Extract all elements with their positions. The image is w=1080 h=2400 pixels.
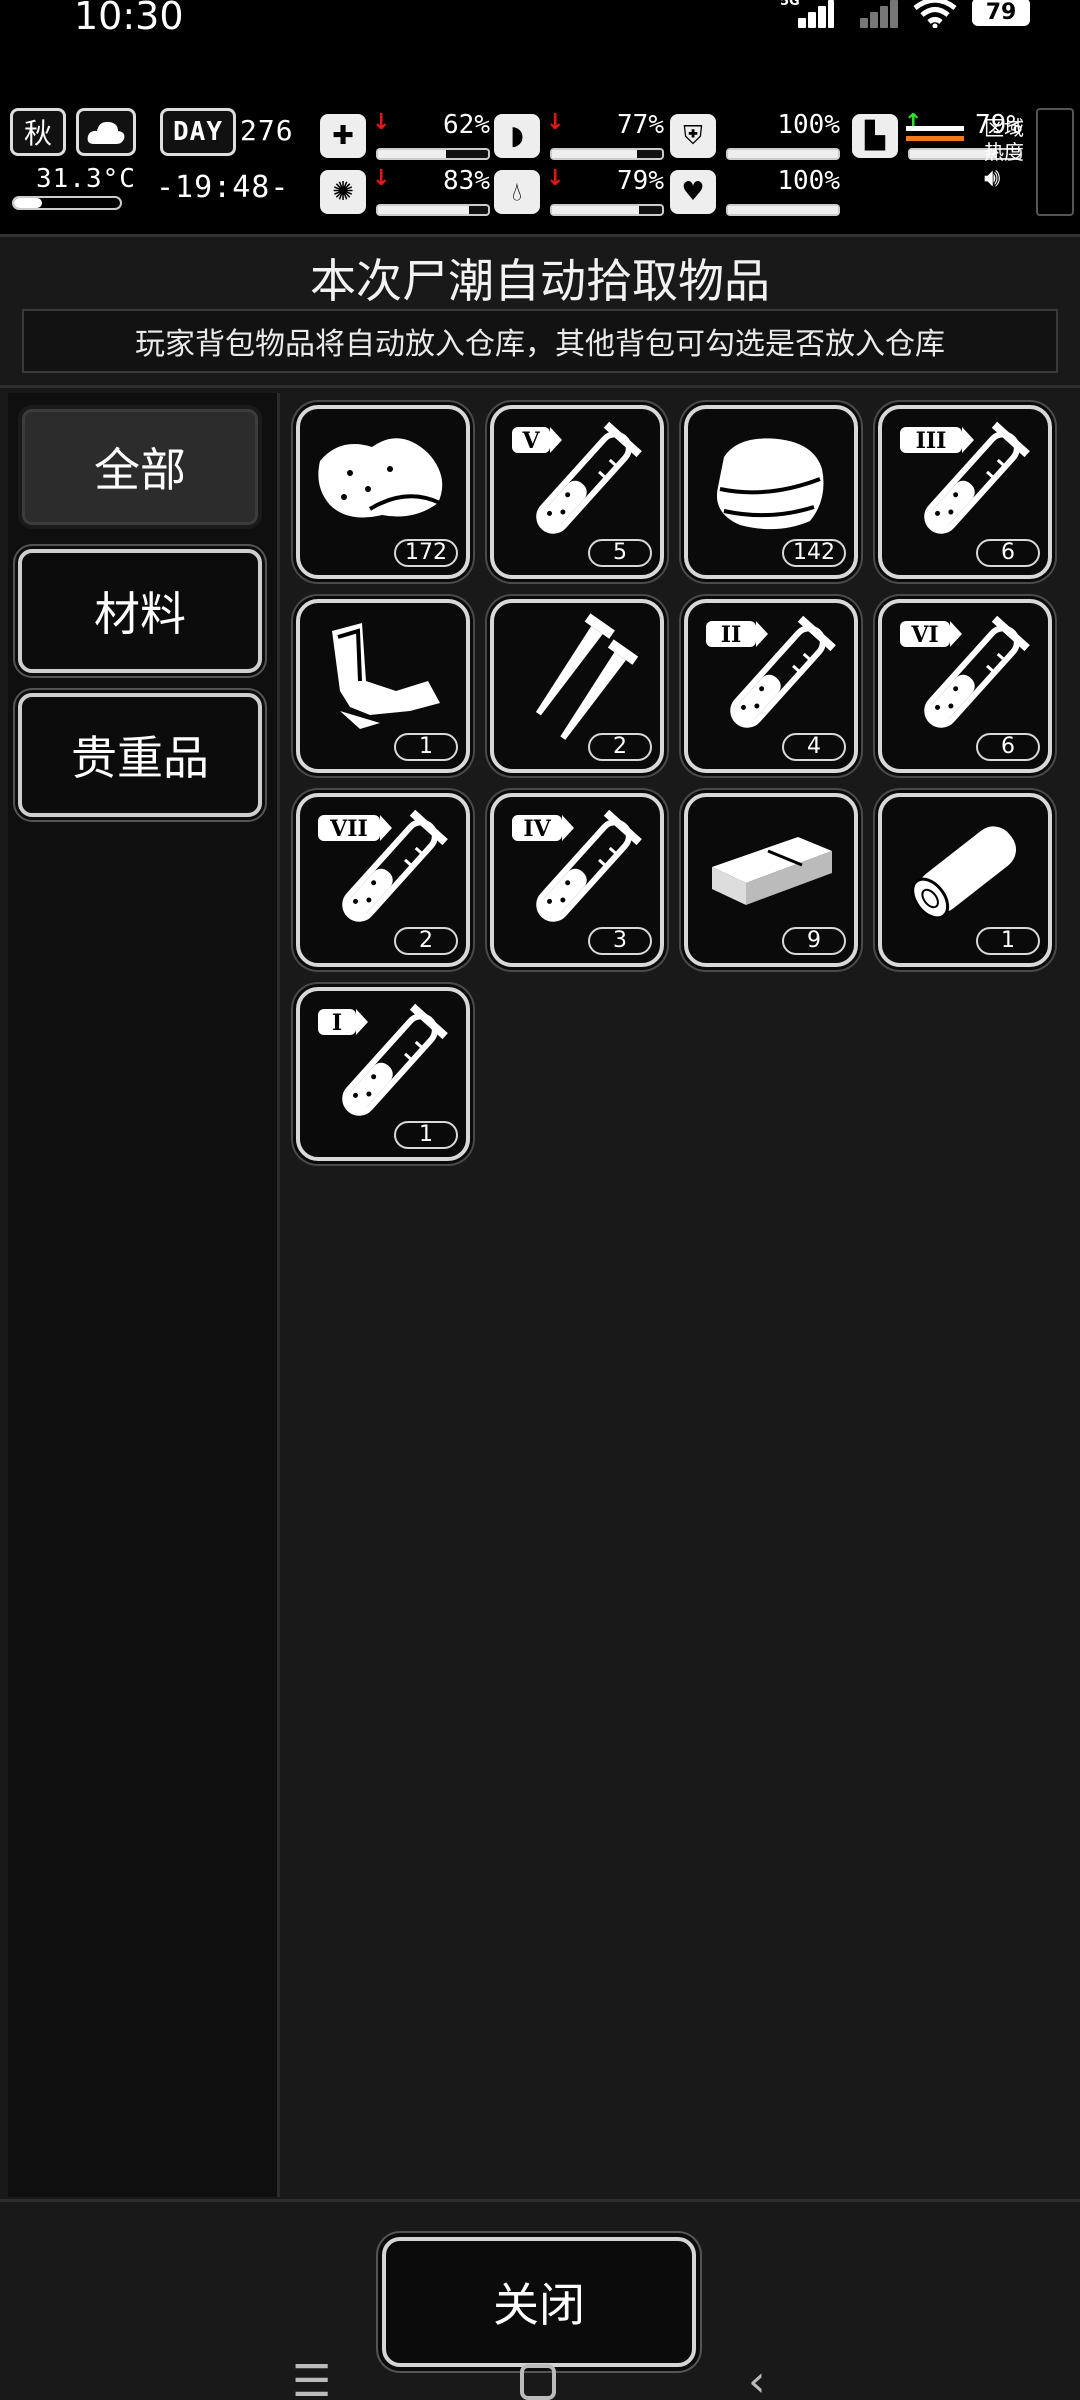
region-label: 区域 [984,116,1024,140]
stat-bar [550,148,664,160]
speaker-icon[interactable]: 🔊︎ [984,165,1024,191]
svg-text:VI: VI [910,622,938,648]
item-count: 4 [782,733,846,761]
svg-text:IV: IV [523,816,551,842]
foot-icon: ▙ [852,114,898,158]
region-heat[interactable]: 区域 热度 🔊︎ [984,116,1024,191]
season-badge: 秋 [10,108,66,156]
game-hud: 秋 31.3°C DAY 276 -19:48- ✚ ↓ 62% ◗ ↓ 77% ⛨ 100%… [0,104,1080,224]
stat-bar [376,148,490,160]
panel-title: 本次尸潮自动拾取物品 [310,254,770,308]
stat-value: 62% [443,110,490,140]
item-slot[interactable]: II 4 [684,599,858,773]
item-count: 5 [588,539,652,567]
tab-valuables[interactable]: 贵重品 [18,693,262,817]
arrow-down-icon: ↓ [546,166,565,191]
divider [0,2199,1080,2202]
svg-text:I: I [332,1010,342,1036]
item-count: 1 [394,733,458,761]
category-sidebar: 全部 材料 贵重品 [8,393,280,2197]
signal-icon: 5G [780,0,834,28]
tab-materials[interactable]: 材料 [18,549,262,673]
stat-bar [726,204,840,216]
stat-value: 77% [617,110,664,140]
item-slot[interactable]: VII 2 [296,793,470,967]
game-clock: -19:48- [156,170,290,205]
status-time: 10:30 [74,0,184,38]
item-slot[interactable]: 172 [296,405,470,579]
stat-heart: ♥ 100% [670,166,840,220]
menu-icon[interactable]: ☰ [292,2360,331,2400]
arrow-down-icon: ↓ [372,166,391,191]
heart-icon: ♥ [670,170,716,214]
item-count: 172 [394,539,458,567]
stomach-icon: ◗ [494,114,540,158]
auto-pickup-panel: 本次尸潮自动拾取物品 玩家背包物品将自动放入仓库，其他背包可勾选是否放入仓库 全… [0,234,1080,2400]
thermometer-icon [12,196,122,210]
stat-bar [726,148,840,160]
svg-text:II: II [721,622,742,648]
status-bar: 10:30 5G 79 [0,0,1080,100]
item-slot[interactable]: 2 [490,599,664,773]
home-icon[interactable] [520,2364,556,2400]
system-nav-bar: ☰ ‹ [0,2340,1080,2400]
item-count: 6 [976,539,1040,567]
battery-indicator: 79 [972,0,1030,26]
item-slot[interactable]: 9 [684,793,858,967]
arrow-down-icon: ↓ [546,110,565,135]
item-slot[interactable]: V5 [490,405,664,579]
svg-text:III: III [916,428,947,454]
item-count: 2 [588,733,652,761]
region-heat-gauge [1036,108,1074,216]
item-count: 142 [782,539,846,567]
item-count: 2 [394,927,458,955]
item-count: 3 [588,927,652,955]
item-slot[interactable]: 1 [296,599,470,773]
stat-bar [376,204,490,216]
stat-value: 100% [777,166,840,196]
heat-label: 热度 [984,140,1024,164]
day-number: 276 [240,114,294,147]
item-slot[interactable]: I1 [296,987,470,1161]
stat-value: 83% [443,166,490,196]
stat-hunger: ◗ ↓ 77% [494,110,664,164]
svg-text:VII: VII [329,816,368,842]
divider [0,385,1080,388]
armor-icon: ⛨ [670,114,716,158]
water-drop-icon: 💧︎ [494,170,540,214]
stat-value: 79% [617,166,664,196]
brain-icon: ✺ [320,170,366,214]
stamina-lines-icon [906,126,964,146]
stat-health: ✚ ↓ 62% [320,110,490,164]
wifi-icon [913,0,957,28]
stat-thirst: 💧︎ ↓ 79% [494,166,664,220]
temperature-readout: 31.3°C [36,164,136,194]
network-type-label: 5G [780,0,800,9]
medkit-icon: ✚ [320,114,366,158]
item-slot[interactable]: VI 6 [878,599,1052,773]
arrow-down-icon: ↓ [372,110,391,135]
stat-sanity: ✺ ↓ 83% [320,166,490,220]
cloud-icon [76,108,136,156]
stat-value: 100% [777,110,840,140]
item-count: 1 [394,1121,458,1149]
back-icon[interactable]: ‹ [748,2360,766,2400]
item-count: 6 [976,733,1040,761]
item-count: 1 [976,927,1040,955]
signal-secondary-icon [846,0,898,28]
stat-armor: ⛨ 100% [670,110,840,164]
item-count: 9 [782,927,846,955]
day-label: DAY [160,108,236,156]
svg-text:V: V [521,428,540,454]
item-slot[interactable]: 1 [878,793,1052,967]
item-slot[interactable]: IV 3 [490,793,664,967]
status-icons: 5G 79 [780,0,1030,28]
item-slot[interactable]: III 6 [878,405,1052,579]
panel-subtitle: 玩家背包物品将自动放入仓库，其他背包可勾选是否放入仓库 [22,309,1058,373]
item-slot[interactable]: 142 [684,405,858,579]
stat-bar [550,204,664,216]
tab-all[interactable]: 全部 [18,405,262,529]
